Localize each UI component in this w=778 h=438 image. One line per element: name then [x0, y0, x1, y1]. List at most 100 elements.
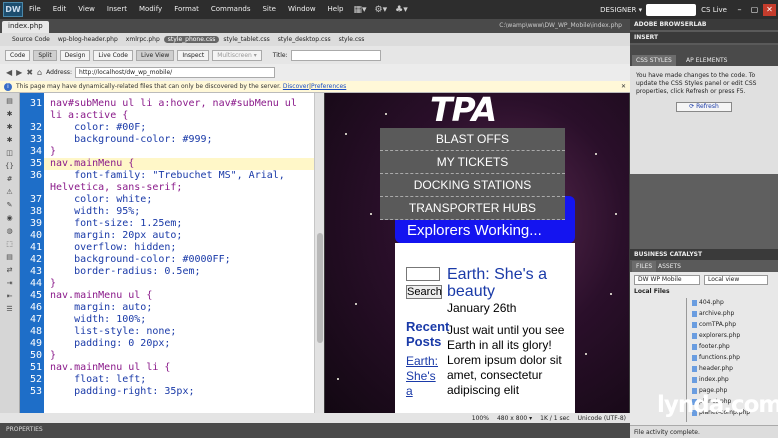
properties-panel-header[interactable]: PROPERTIES	[0, 423, 630, 438]
live-code-button[interactable]: Live Code	[93, 49, 133, 61]
related-file[interactable]: wp-blog-header.php	[54, 36, 122, 43]
code-line[interactable]: list-style: none;	[50, 326, 176, 338]
menu-format[interactable]: Format	[168, 0, 205, 19]
live-view-button[interactable]: Live View	[135, 49, 175, 61]
menu-window[interactable]: Window	[282, 0, 322, 19]
code-line[interactable]: nav.mainMenu ul {	[50, 290, 152, 302]
menu-modify[interactable]: Modify	[133, 0, 168, 19]
close-icon[interactable]: ✕	[763, 3, 776, 16]
search-input[interactable]	[406, 267, 440, 281]
related-file-active[interactable]: style_phone.css	[163, 36, 220, 43]
insert-panel-header[interactable]: INSERT	[630, 32, 778, 43]
layout-icon[interactable]: ▦▾	[350, 5, 371, 15]
code-line[interactable]: overflow: hidden;	[50, 242, 176, 254]
file-item[interactable]: 404.php	[692, 298, 724, 307]
line-numbers-icon[interactable]: #	[4, 174, 16, 184]
code-line[interactable]: padding-right: 35px;	[50, 386, 194, 398]
recent-post-link[interactable]: Earth: She's a	[406, 354, 442, 399]
select-parent-tag-icon[interactable]: ◫	[4, 148, 16, 158]
main-menu-items[interactable]: Explorers Working...	[407, 222, 542, 239]
code-editor[interactable]: nav#subMenu ul li a:hover, nav#subMenu u…	[44, 93, 314, 413]
file-item[interactable]: explorers.php	[692, 331, 740, 340]
business-catalyst-header[interactable]: BUSINESS CATALYST	[630, 249, 778, 260]
remove-comment-icon[interactable]: ◍	[4, 226, 16, 236]
code-line[interactable]: color: white;	[50, 194, 152, 206]
tab-ap-elements[interactable]: AP ELEMENTS	[682, 55, 731, 66]
menu-file[interactable]: File	[23, 0, 47, 19]
extend-icon[interactable]: ⚙▾	[371, 5, 392, 15]
syntax-error-icon[interactable]: ✎	[4, 200, 16, 210]
code-line[interactable]: }	[50, 278, 56, 290]
window-size[interactable]: 480 x 800 ▾	[497, 415, 532, 422]
stop-icon[interactable]: ✖	[26, 68, 33, 77]
code-line[interactable]: float: left;	[50, 374, 146, 386]
file-item[interactable]: index.php	[692, 375, 729, 384]
cs-live-button[interactable]: CS Live	[701, 6, 727, 14]
nav-docking-stations[interactable]: DOCKING STATIONS	[380, 174, 565, 197]
design-view-button[interactable]: Design	[59, 49, 91, 61]
search-button[interactable]: Search	[406, 285, 442, 299]
view-select[interactable]: Local view	[704, 275, 768, 285]
balance-braces-icon[interactable]: {}	[4, 161, 16, 171]
title-input[interactable]	[290, 49, 381, 61]
nav-blast-offs[interactable]: BLAST OFFS	[380, 128, 565, 151]
code-scrollbar-thumb[interactable]	[317, 233, 323, 343]
nav-transporter-hubs[interactable]: TRANSPORTER HUBS	[380, 197, 565, 220]
home-icon[interactable]: ⌂	[37, 68, 42, 77]
minimize-icon[interactable]: –	[733, 4, 746, 16]
multiscreen-button[interactable]: Multiscreen ▾	[212, 49, 262, 61]
related-file[interactable]: style.css	[335, 36, 369, 43]
tab-css-styles[interactable]: CSS STYLES	[632, 55, 676, 66]
tab-assets[interactable]: ASSETS	[654, 261, 685, 272]
tab-index-php[interactable]: index.php	[2, 21, 49, 33]
move-css-icon[interactable]: ⇄	[4, 265, 16, 275]
menu-help[interactable]: Help	[322, 0, 350, 19]
code-line[interactable]: font-family: "Trebuchet MS", Arial,	[50, 170, 285, 182]
preferences-link[interactable]: Preferences	[311, 83, 346, 90]
help-search-input[interactable]	[646, 3, 697, 16]
code-scrollbar[interactable]	[314, 93, 324, 413]
tab-files[interactable]: FILES	[632, 261, 657, 272]
recent-snippets-icon[interactable]: ▤	[4, 252, 16, 262]
file-item[interactable]: functions.php	[692, 353, 740, 362]
code-line[interactable]: nav.mainMenu ul li {	[50, 362, 170, 374]
apply-comment-icon[interactable]: ◉	[4, 213, 16, 223]
code-line[interactable]: background-color: #0000FF;	[50, 254, 231, 266]
info-close-icon[interactable]: ✕	[621, 83, 626, 90]
discover-link[interactable]: Discover	[283, 83, 309, 90]
site-select[interactable]: DW WP Mobile	[634, 275, 700, 285]
menu-insert[interactable]: Insert	[101, 0, 133, 19]
menu-commands[interactable]: Commands	[205, 0, 257, 19]
split-view-button[interactable]: Split	[33, 49, 57, 61]
forward-icon[interactable]: ▶	[16, 68, 22, 77]
related-file[interactable]: xmlrpc.php	[122, 36, 164, 43]
code-line[interactable]: padding: 0 20px;	[50, 338, 170, 350]
code-view-button[interactable]: Code	[5, 49, 31, 61]
back-icon[interactable]: ◀	[6, 68, 12, 77]
expand-all-icon[interactable]: ✱	[4, 135, 16, 145]
menu-site[interactable]: Site	[256, 0, 281, 19]
indent-icon[interactable]: ⇥	[4, 278, 16, 288]
file-item[interactable]: footer.php	[692, 342, 730, 351]
browserlab-panel-header[interactable]: ADOBE BROWSERLAB	[630, 19, 778, 30]
code-line[interactable]: border-radius: 0.5em;	[50, 266, 200, 278]
code-line[interactable]: font-size: 1.25em;	[50, 218, 182, 230]
maximize-icon[interactable]: ▢	[748, 4, 761, 16]
code-line[interactable]: color: #00F;	[50, 122, 146, 134]
code-line[interactable]: }	[50, 146, 56, 158]
highlight-invalid-icon[interactable]: ⚠	[4, 187, 16, 197]
code-line[interactable]: li a:active {	[50, 110, 128, 122]
inspect-button[interactable]: Inspect	[177, 49, 210, 61]
code-line[interactable]: width: 95%;	[50, 206, 140, 218]
code-line[interactable]: }	[50, 350, 56, 362]
menu-view[interactable]: View	[72, 0, 101, 19]
collapse-selection-icon[interactable]: ✱	[4, 122, 16, 132]
code-line[interactable]: nav.mainMenu {	[44, 158, 314, 170]
related-file[interactable]: style_desktop.css	[274, 36, 335, 43]
code-line[interactable]: width: 100%;	[50, 314, 146, 326]
related-file[interactable]: style_tablet.css	[219, 36, 273, 43]
code-line[interactable]: Helvetica, sans-serif;	[50, 182, 182, 194]
code-line[interactable]: nav#subMenu ul li a:hover, nav#subMenu u…	[50, 98, 297, 110]
site-icon[interactable]: ♣▾	[391, 5, 412, 15]
workspace-switcher[interactable]: DESIGNER ▾	[596, 6, 646, 14]
